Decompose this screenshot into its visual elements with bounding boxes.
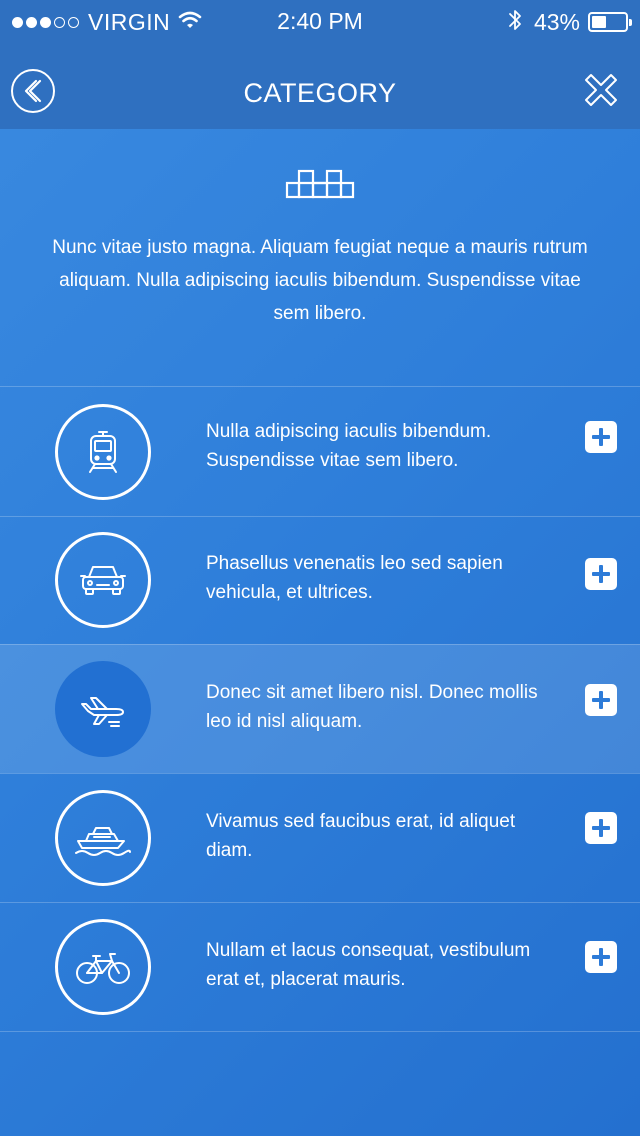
taxi-sign-icon — [285, 168, 355, 200]
list-item-text: Phasellus venenatis leo sed sapien vehic… — [206, 553, 503, 603]
plus-icon[interactable] — [585, 812, 617, 844]
car-icon — [55, 532, 151, 628]
close-x-icon — [585, 74, 617, 106]
battery-percent: 43% — [533, 8, 580, 35]
plus-icon[interactable] — [585, 684, 617, 716]
plus-icon[interactable] — [585, 558, 617, 590]
battery-icon — [588, 12, 632, 32]
boat-icon — [55, 790, 151, 886]
list-item-text: Nullam et lacus consequat, vestibulum er… — [206, 940, 531, 990]
list-item[interactable]: Nulla adipiscing iaculis bibendum. Suspe… — [0, 386, 640, 516]
list-item-text: Donec sit amet libero nisl. Donec mollis… — [206, 682, 538, 732]
list-item[interactable]: Nullam et lacus consequat, vestibulum er… — [0, 902, 640, 1032]
list-item[interactable]: Donec sit amet libero nisl. Donec mollis… — [0, 644, 640, 773]
battery-tip — [629, 19, 632, 26]
intro-description: Nunc vitae justo magna. Aliquam feugiat … — [52, 237, 588, 324]
list-item[interactable]: Phasellus venenatis leo sed sapien vehic… — [0, 516, 640, 644]
plus-icon[interactable] — [585, 941, 617, 973]
bicycle-icon — [55, 919, 151, 1015]
train-icon — [55, 404, 151, 500]
status-bar: VIRGIN 2:40 PM 43% — [0, 0, 640, 44]
plus-icon[interactable] — [585, 421, 617, 453]
status-right: 43% — [508, 8, 632, 37]
list-item[interactable]: Vivamus sed faucibus erat, id aliquet di… — [0, 773, 640, 902]
category-list: Nulla adipiscing iaculis bibendum. Suspe… — [0, 386, 640, 1032]
bluetooth-icon — [508, 8, 522, 37]
nav-bar: CATEGORY — [0, 44, 640, 129]
airplane-icon — [55, 661, 151, 757]
list-item-text: Vivamus sed faucibus erat, id aliquet di… — [206, 811, 516, 861]
page-title: CATEGORY — [243, 78, 397, 108]
list-item-text: Nulla adipiscing iaculis bibendum. Suspe… — [206, 421, 492, 471]
close-button[interactable] — [582, 71, 620, 109]
battery-level — [592, 16, 606, 28]
